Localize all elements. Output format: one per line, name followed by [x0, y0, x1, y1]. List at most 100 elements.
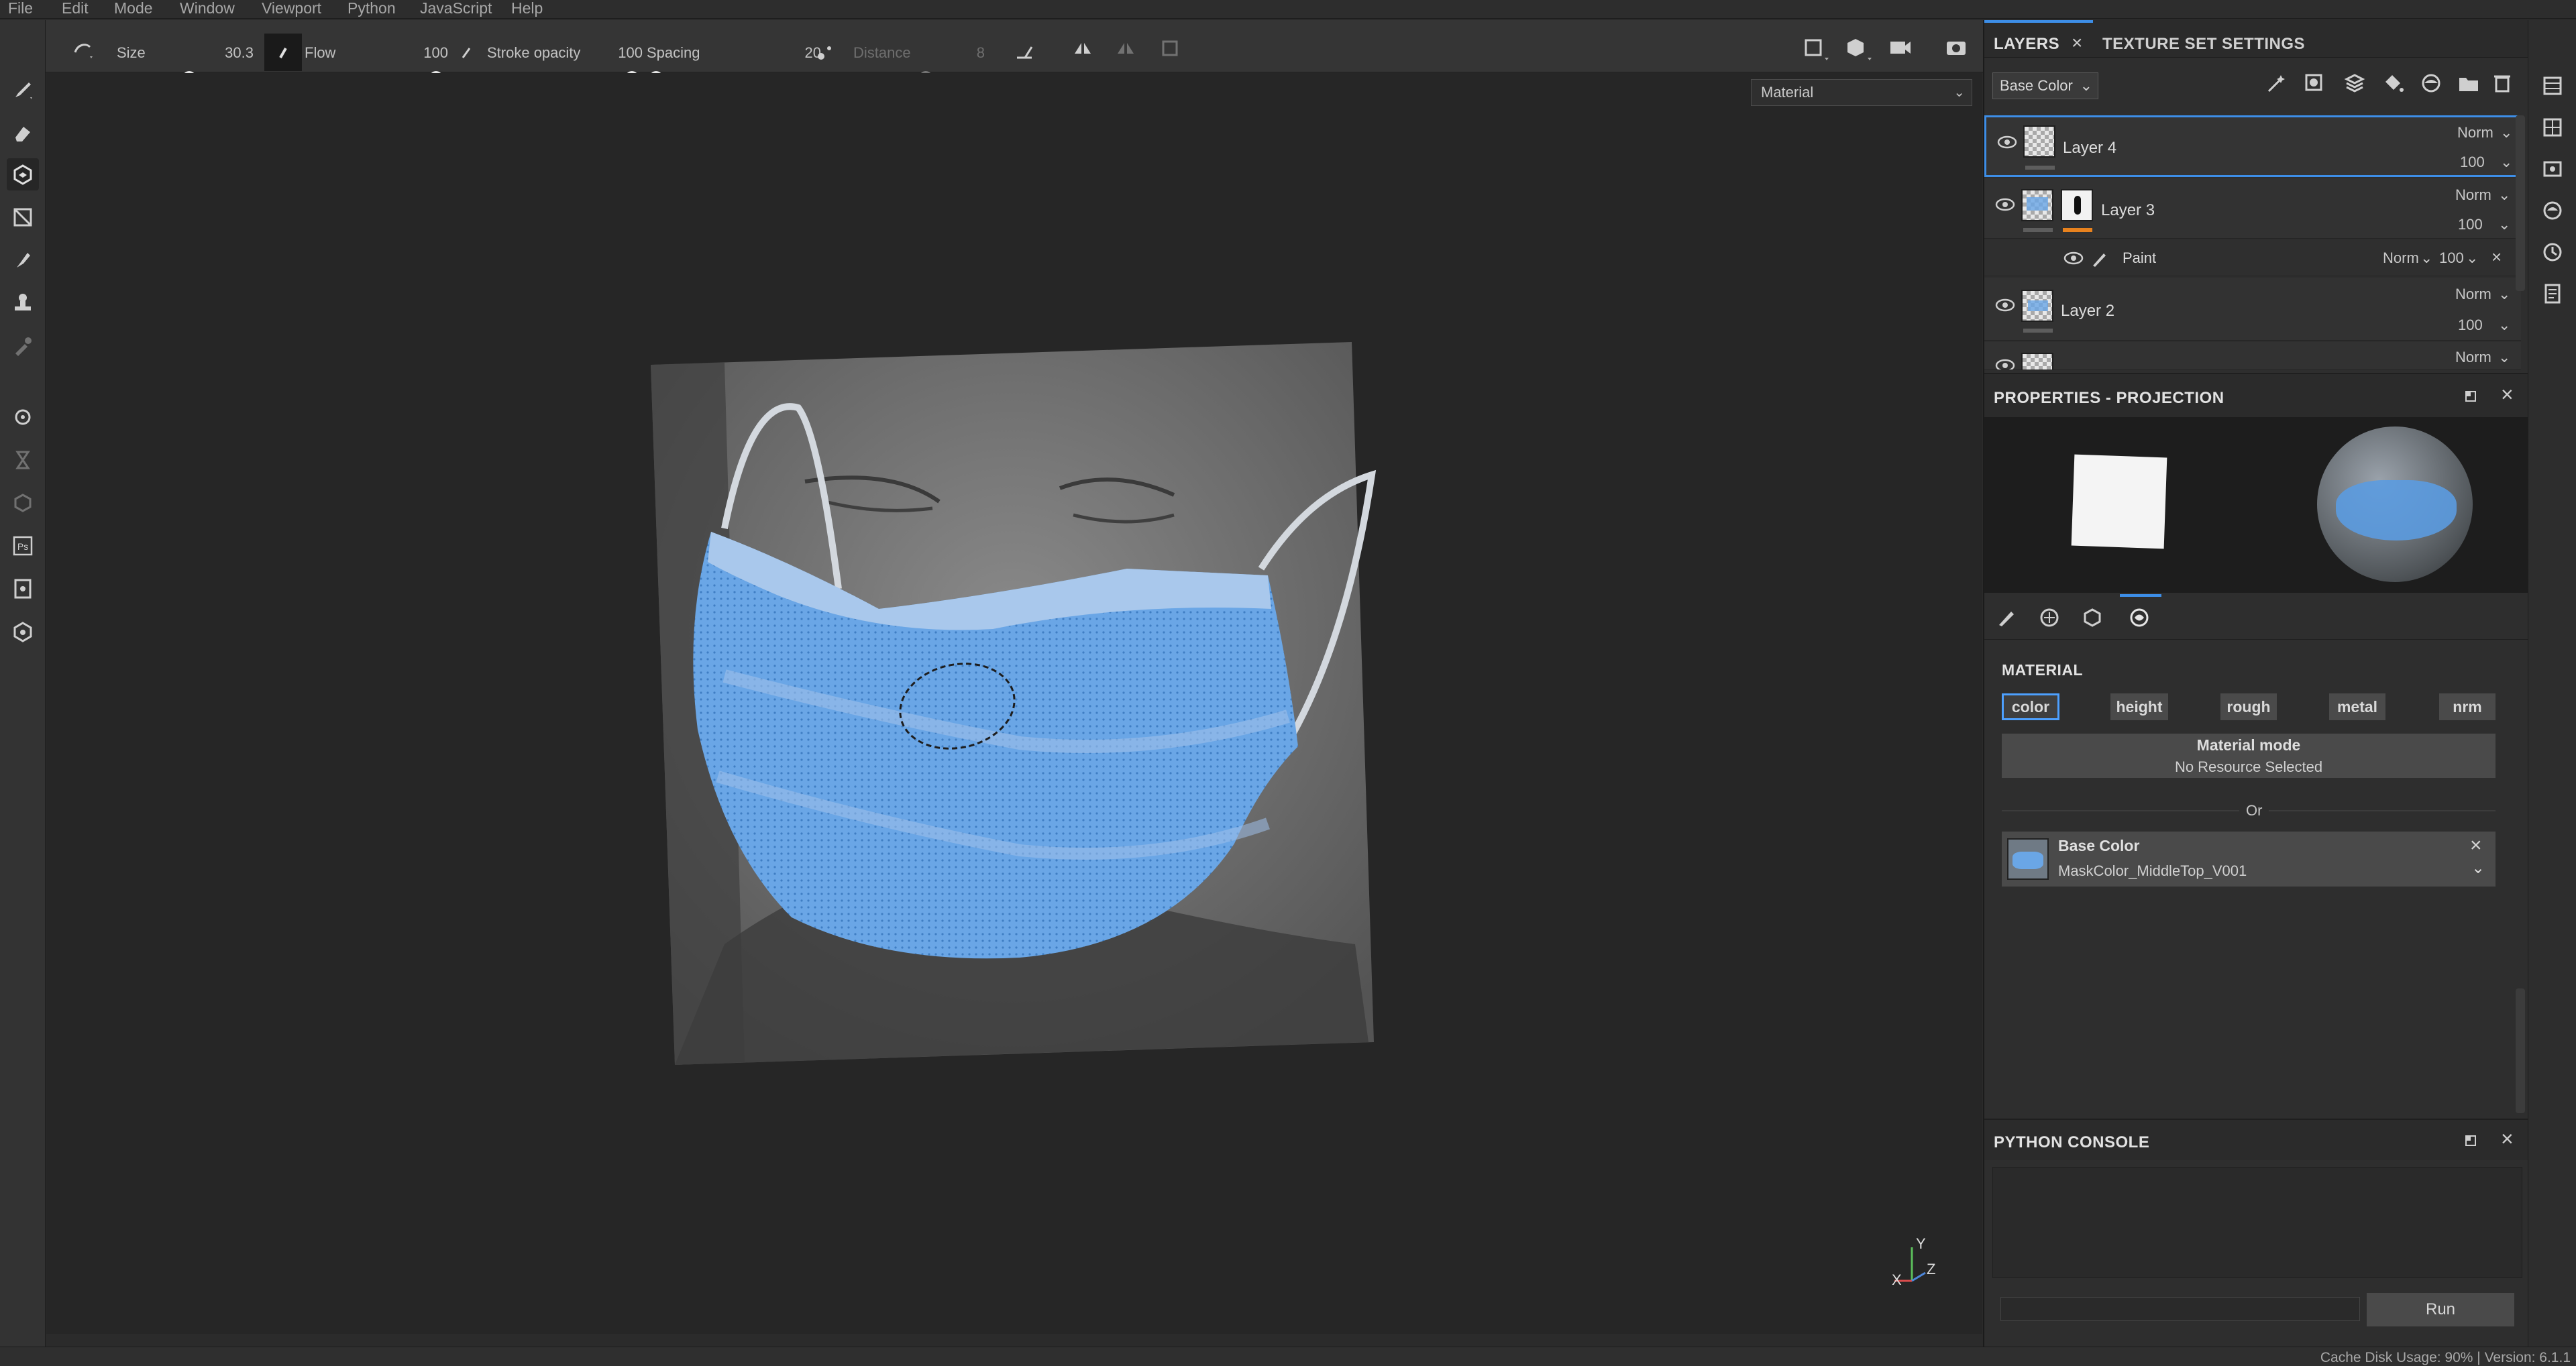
brush-preset-icon[interactable] — [70, 35, 97, 62]
screenshot-icon[interactable] — [1941, 35, 1975, 62]
close-icon[interactable]: × — [2501, 382, 2514, 407]
channel-rough-toggle[interactable]: rough — [2220, 693, 2277, 720]
menu-edit[interactable]: Edit — [62, 0, 89, 16]
layers-panel-icon[interactable] — [2540, 74, 2565, 98]
photoshop-icon[interactable]: Ps — [7, 530, 39, 562]
layer-name[interactable]: Layer 2 — [2061, 302, 2114, 321]
add-mask-icon[interactable] — [2302, 71, 2326, 95]
effect-blend-mode[interactable]: Norm — [2383, 249, 2419, 267]
layers-tab-bar: LAYERS × TEXTURE SET SETTINGS — [1984, 20, 2528, 58]
layer-item[interactable]: Layer 2 Norm ⌄ 100 ⌄ — [1984, 278, 2521, 341]
eye-icon[interactable] — [1995, 358, 2015, 369]
polygon-fill-icon[interactable] — [7, 201, 39, 233]
close-icon[interactable]: × — [2491, 247, 2502, 268]
eye-icon[interactable] — [1995, 298, 2015, 312]
alpha-icon[interactable] — [2038, 606, 2061, 629]
close-icon[interactable]: × — [2501, 1127, 2514, 1151]
console-input[interactable] — [2000, 1297, 2360, 1321]
camera-settings-icon[interactable] — [1886, 35, 1920, 62]
log-icon[interactable] — [2540, 282, 2565, 306]
menu-help[interactable]: Help — [511, 0, 543, 16]
channel-select[interactable]: Base Color ⌄ — [1992, 72, 2098, 99]
history-icon[interactable] — [2540, 240, 2565, 264]
viewport-mode-select[interactable]: Material ⌄ — [1751, 79, 1972, 106]
alignment-icon[interactable] — [1012, 38, 1038, 64]
brush-settings-icon[interactable] — [1995, 606, 2018, 629]
hourglass-icon[interactable] — [7, 444, 39, 476]
display-settings-icon[interactable] — [1843, 35, 1877, 62]
tab-layers[interactable]: LAYERS — [1994, 35, 2059, 54]
layer-opacity[interactable]: 100 — [2458, 216, 2483, 233]
symmetry-icon[interactable] — [1069, 35, 1096, 62]
run-button[interactable]: Run — [2367, 1293, 2514, 1326]
eye-icon[interactable] — [1997, 135, 2017, 150]
layer-name[interactable]: Layer 3 — [2101, 201, 2155, 220]
chevron-down-icon: ⌄ — [2498, 317, 2511, 333]
chevron-down-icon[interactable]: ⌄ — [2471, 858, 2485, 878]
stencil-icon[interactable] — [2081, 606, 2104, 629]
layers-scrollbar[interactable] — [2516, 115, 2525, 291]
view-mode-icon[interactable] — [1801, 35, 1834, 62]
menu-file[interactable]: File — [8, 0, 33, 16]
base-color-resource-name: MaskColor_MiddleTop_V001 — [2058, 862, 2247, 879]
properties-scrollbar[interactable] — [2516, 988, 2525, 1113]
base-color-resource-slot[interactable]: Base Color MaskColor_MiddleTop_V001 × ⌄ — [2002, 832, 2496, 887]
menu-javascript[interactable]: JavaScript — [420, 0, 492, 16]
menu-viewport[interactable]: Viewport — [262, 0, 321, 16]
menu-mode[interactable]: Mode — [114, 0, 153, 16]
channel-height-toggle[interactable]: height — [2110, 693, 2168, 720]
layer-blend-mode[interactable]: Norm — [2455, 186, 2491, 204]
bake-settings-icon[interactable] — [7, 401, 39, 433]
material-mode-slot[interactable]: Material mode No Resource Selected — [2002, 734, 2496, 778]
flow-pressure-icon[interactable] — [264, 34, 302, 71]
channel-nrm-toggle[interactable]: nrm — [2439, 693, 2496, 720]
add-fill-layer-icon[interactable] — [2381, 71, 2406, 95]
flow-pen-icon[interactable] — [453, 39, 480, 66]
layer-name[interactable]: Layer 4 — [2063, 139, 2116, 158]
texture-set-list-icon[interactable] — [2540, 115, 2565, 139]
layer-blend-mode[interactable]: Norm — [2455, 349, 2491, 366]
material-icon[interactable] — [2128, 606, 2151, 629]
transform-icon[interactable] — [1157, 35, 1183, 62]
layer-item[interactable]: Norm ⌄ — [1984, 342, 2521, 370]
float-panel-icon[interactable] — [2462, 388, 2479, 405]
eraser-icon[interactable] — [7, 117, 39, 149]
projection-tool-icon[interactable] — [7, 158, 39, 190]
close-icon[interactable]: × — [2072, 32, 2082, 54]
menu-python[interactable]: Python — [347, 0, 396, 16]
effect-item[interactable]: Paint Norm ⌄ 100 ⌄ × — [1984, 240, 2521, 276]
export-icon[interactable] — [7, 573, 39, 605]
layer-opacity[interactable]: 100 — [2458, 317, 2483, 334]
lazy-mouse-icon[interactable] — [812, 34, 839, 71]
plugin-icon[interactable] — [7, 487, 39, 519]
delete-icon[interactable] — [2490, 71, 2514, 95]
smudge-icon[interactable] — [7, 244, 39, 276]
clear-resource-icon[interactable]: × — [2470, 834, 2482, 857]
channel-color-toggle[interactable]: color — [2002, 693, 2059, 720]
float-panel-icon[interactable] — [2462, 1132, 2479, 1149]
shader-settings-icon[interactable] — [2540, 198, 2565, 223]
menu-window[interactable]: Window — [180, 0, 235, 16]
layer-opacity[interactable]: 100 — [2460, 154, 2485, 171]
paint-brush-icon[interactable] — [7, 74, 39, 106]
add-folder-icon[interactable] — [2457, 71, 2481, 95]
clone-stamp-icon[interactable] — [7, 287, 39, 319]
tab-texture-set-settings[interactable]: TEXTURE SET SETTINGS — [2102, 35, 2305, 54]
layer-item[interactable]: Layer 3 Norm ⌄ 100 ⌄ — [1984, 178, 2521, 239]
eye-icon[interactable] — [2063, 251, 2084, 266]
layer-item[interactable]: Layer 4 Norm ⌄ 100 ⌄ — [1984, 115, 2521, 177]
mask-thumbnail[interactable] — [2061, 189, 2093, 221]
display-settings-panel-icon[interactable] — [2540, 157, 2565, 181]
magic-wand-icon[interactable] — [2265, 71, 2289, 95]
effect-opacity[interactable]: 100 — [2439, 249, 2464, 267]
shelf-icon[interactable] — [7, 616, 39, 648]
layer-blend-mode[interactable]: Norm — [2457, 124, 2493, 141]
layer-blend-mode[interactable]: Norm — [2455, 286, 2491, 303]
add-layer-icon[interactable] — [2343, 71, 2367, 95]
symmetry-options-icon[interactable] — [1112, 35, 1139, 62]
add-smart-material-icon[interactable] — [2419, 71, 2443, 95]
channel-metal-toggle[interactable]: metal — [2329, 693, 2385, 720]
console-output[interactable] — [1992, 1167, 2522, 1278]
color-picker-icon[interactable] — [7, 330, 39, 362]
eye-icon[interactable] — [1995, 197, 2015, 212]
